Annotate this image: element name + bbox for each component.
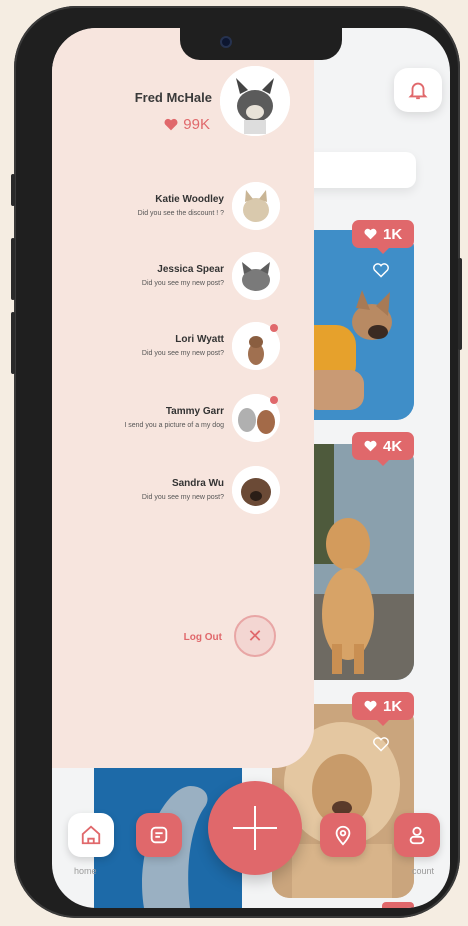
- message-preview: I send you a picture of a my dog: [124, 422, 224, 429]
- message-item[interactable]: Lori Wyatt Did you see my new post?: [52, 322, 314, 372]
- likes-count: 1K: [383, 697, 403, 715]
- message-sender: Sandra Wu: [171, 478, 224, 489]
- avatar: [232, 182, 280, 230]
- notification-button[interactable]: [394, 68, 442, 112]
- phone-frame: 1K 4K 1K Fred McHale 99K Katie Woodley D…: [11, 6, 462, 918]
- unread-dot: [270, 396, 278, 404]
- logout-label[interactable]: Log Out: [184, 632, 222, 643]
- message-icon: [150, 826, 168, 844]
- likes-badge: 1K: [352, 692, 415, 726]
- heart-icon: [364, 700, 377, 712]
- likes-count: 4K: [383, 437, 403, 455]
- nav-home-label: home: [74, 866, 97, 876]
- avatar: [232, 252, 280, 300]
- message-preview: Did you see my new post?: [141, 280, 224, 287]
- notch: [180, 28, 342, 60]
- message-preview: Did you see the discount ! ?: [137, 210, 224, 217]
- screen: 1K 4K 1K Fred McHale 99K Katie Woodley D…: [52, 28, 450, 908]
- nav-account-button[interactable]: [394, 813, 440, 857]
- add-post-button[interactable]: [208, 781, 302, 875]
- message-sender: Lori Wyatt: [175, 334, 224, 345]
- message-preview: Did you see my new post?: [141, 350, 224, 357]
- close-icon: ✕: [247, 625, 263, 646]
- heart-icon: [364, 440, 377, 452]
- nav-home-button[interactable]: [68, 813, 114, 857]
- message-sender: Tammy Garr: [165, 406, 224, 417]
- likes-badge: 1K: [352, 220, 415, 254]
- message-sender: Jessica Spear: [157, 264, 224, 275]
- profile-name: Fred McHale: [134, 90, 212, 105]
- avatar[interactable]: [220, 66, 290, 136]
- feed-card-edge: [382, 902, 414, 908]
- nav-account-label: count: [412, 866, 435, 876]
- side-button: [11, 238, 15, 300]
- message-item[interactable]: Tammy Garr I send you a picture of a my …: [52, 394, 314, 444]
- profile-likes: 99K: [164, 116, 210, 133]
- nav-location-button[interactable]: [320, 813, 366, 857]
- likes-count: 1K: [383, 225, 403, 243]
- heart-icon: [164, 118, 178, 131]
- message-item[interactable]: Jessica Spear Did you see my new post?: [52, 252, 314, 302]
- message-sender: Katie Woodley: [155, 194, 224, 205]
- heart-icon: [364, 228, 377, 240]
- bell-icon: [408, 82, 428, 100]
- side-button: [11, 174, 15, 206]
- message-item[interactable]: Katie Woodley Did you see the discount !…: [52, 182, 314, 232]
- nav-messages-button[interactable]: [136, 813, 182, 857]
- location-icon: [335, 825, 351, 846]
- message-preview: Did you see my new post?: [141, 494, 224, 501]
- home-icon: [81, 825, 101, 845]
- likes-badge: 4K: [352, 432, 415, 466]
- avatar-image: [220, 66, 290, 136]
- profile-likes-count: 99K: [183, 116, 210, 133]
- side-drawer: Fred McHale 99K Katie Woodley Did you se…: [52, 28, 314, 768]
- side-button: [11, 312, 15, 374]
- camera: [220, 36, 232, 48]
- account-icon: [409, 826, 425, 845]
- logout-button[interactable]: ✕: [234, 615, 276, 657]
- heart-icon[interactable]: [372, 736, 390, 752]
- plus-icon: [233, 806, 277, 850]
- side-button: [458, 258, 462, 350]
- avatar: [232, 466, 280, 514]
- heart-icon[interactable]: [372, 262, 390, 278]
- unread-dot: [270, 324, 278, 332]
- message-item[interactable]: Sandra Wu Did you see my new post?: [52, 466, 314, 516]
